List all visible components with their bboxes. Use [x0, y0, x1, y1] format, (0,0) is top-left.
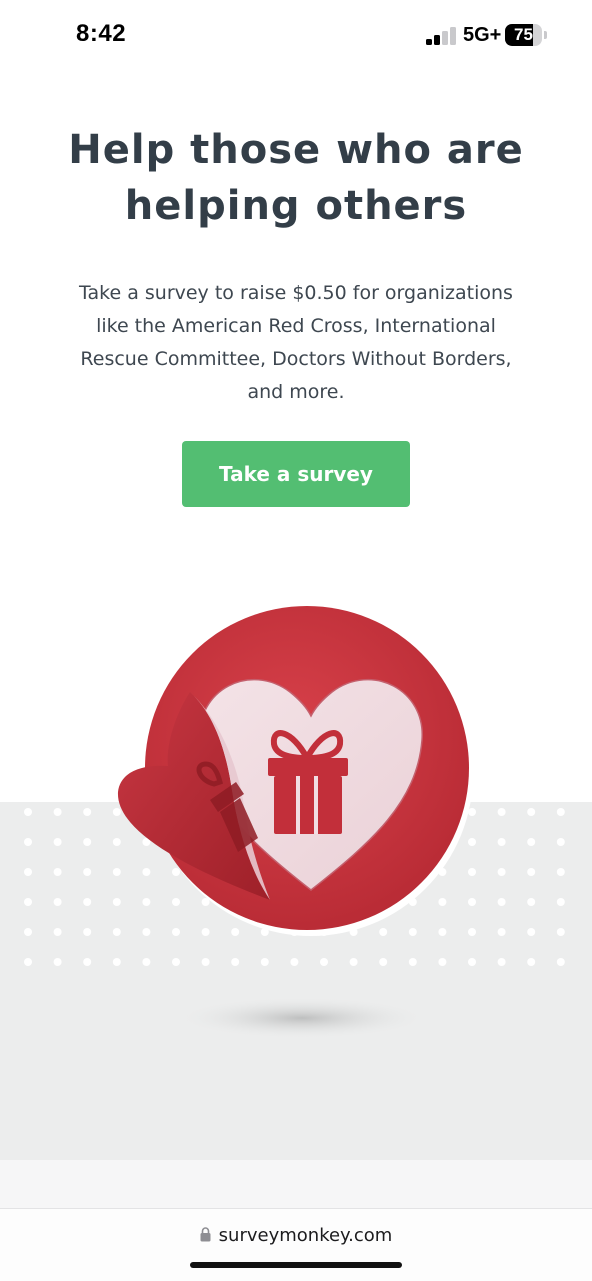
pattern-dot — [172, 898, 180, 906]
pattern-dot — [53, 928, 62, 936]
pattern-dot — [201, 958, 210, 966]
pattern-dot — [24, 958, 32, 966]
pattern-dot — [142, 958, 151, 966]
pattern-dot — [172, 928, 180, 936]
pattern-dot — [83, 928, 92, 936]
pattern-dot — [83, 838, 92, 846]
pattern-dot — [556, 838, 565, 846]
pattern-dot — [53, 808, 62, 816]
signal-bar — [450, 27, 456, 45]
pattern-dot — [468, 838, 476, 846]
pattern-dot — [24, 928, 32, 936]
pattern-dot — [112, 898, 121, 906]
pattern-dot — [290, 958, 299, 966]
url-text: surveymonkey.com — [218, 1225, 393, 1246]
pattern-dot — [379, 928, 388, 936]
pattern-dot — [112, 928, 121, 936]
pattern-dot — [527, 958, 536, 966]
signal-bar — [434, 35, 440, 45]
pattern-dot — [556, 868, 565, 876]
pattern-dot — [320, 958, 328, 966]
pattern-dot — [83, 958, 92, 966]
url-display[interactable]: surveymonkey.com — [0, 1225, 592, 1246]
pattern-dot — [83, 868, 92, 876]
signal-bar — [426, 39, 432, 45]
pattern-dot — [438, 898, 447, 906]
pattern-dot — [112, 868, 121, 876]
battery-cap — [544, 31, 547, 39]
pattern-dot — [112, 808, 121, 816]
pattern-dot — [527, 868, 536, 876]
signal-bar — [442, 31, 448, 45]
pattern-dot — [83, 808, 92, 816]
pattern-dot — [497, 808, 506, 816]
pattern-dot — [438, 958, 447, 966]
lock-icon — [200, 1227, 211, 1242]
pattern-dot — [53, 958, 62, 966]
pattern-dot — [468, 808, 476, 816]
pattern-dot — [142, 928, 151, 936]
pattern-dot — [24, 808, 32, 816]
pattern-dot — [527, 838, 536, 846]
pattern-dot — [468, 868, 476, 876]
pattern-dot — [24, 868, 32, 876]
pattern-dot — [527, 928, 536, 936]
signal-strength-icon — [426, 26, 458, 45]
pattern-dot — [556, 898, 565, 906]
pattern-dot — [53, 868, 62, 876]
pattern-dot — [172, 868, 180, 876]
pattern-dot — [497, 868, 506, 876]
pattern-dot — [83, 898, 92, 906]
badge-shadow — [182, 998, 422, 1038]
pattern-dot — [497, 958, 506, 966]
pattern-dot — [556, 928, 565, 936]
pattern-dot — [231, 958, 240, 966]
pattern-dot — [53, 838, 62, 846]
network-type: 5G+ — [463, 24, 502, 46]
home-indicator[interactable] — [190, 1262, 402, 1268]
pattern-dot — [142, 868, 151, 876]
battery-icon: 75 — [505, 24, 542, 46]
pattern-dot — [112, 838, 121, 846]
pattern-dot — [408, 928, 417, 936]
pattern-dot — [497, 928, 506, 936]
pattern-dot — [53, 898, 62, 906]
pattern-dot — [556, 808, 565, 816]
page-description: Take a survey to raise $0.50 for organiz… — [79, 282, 513, 403]
pattern-dot — [408, 958, 417, 966]
status-bar: 8:42 5G+ 75 — [0, 0, 592, 70]
pattern-dot — [438, 928, 447, 936]
pattern-dot — [112, 958, 121, 966]
pattern-dot — [231, 928, 240, 936]
pattern-dot — [527, 898, 536, 906]
pattern-dot — [556, 958, 565, 966]
page-title: Help those who are helping others — [68, 127, 524, 229]
footer-band — [0, 1160, 592, 1210]
pattern-dot — [527, 808, 536, 816]
pattern-dot — [497, 838, 506, 846]
battery-level: 75 — [514, 25, 533, 44]
pattern-dot — [201, 928, 210, 936]
pattern-dot — [260, 958, 269, 966]
pattern-dot — [468, 958, 476, 966]
take-survey-button[interactable]: Take a survey — [182, 441, 410, 507]
pattern-dot — [468, 928, 476, 936]
status-time: 8:42 — [76, 20, 127, 47]
pattern-dot — [379, 958, 388, 966]
pattern-dot — [24, 898, 32, 906]
pattern-dot — [142, 898, 151, 906]
pattern-dot — [468, 898, 476, 906]
pattern-dot — [497, 898, 506, 906]
heart-gift-icon — [24, 606, 565, 1038]
pattern-dot — [24, 838, 32, 846]
pattern-dot — [349, 958, 358, 966]
pattern-dot — [172, 958, 180, 966]
browser-url-bar[interactable]: surveymonkey.com — [0, 1208, 592, 1281]
